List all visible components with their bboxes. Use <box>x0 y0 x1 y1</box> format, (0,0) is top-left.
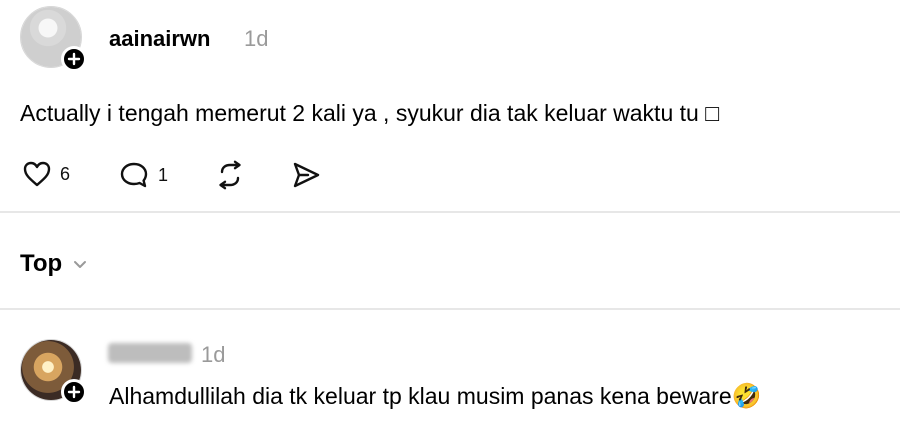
post-time: 1d <box>244 26 269 51</box>
reply-count: 1 <box>158 164 169 185</box>
reply-text-row: Alhamdullilah dia tk keluar tp klau musi… <box>109 381 762 411</box>
share-button[interactable] <box>290 160 322 195</box>
repost-icon <box>219 160 241 190</box>
emoji: 🤣 <box>731 382 762 410</box>
post-text: Actually i tengah memerut 2 kali ya , sy… <box>20 100 720 126</box>
divider <box>0 211 900 213</box>
sort-label: Top <box>20 250 63 277</box>
reply-username-redacted <box>108 343 192 363</box>
like-count: 6 <box>60 163 71 184</box>
heart-icon <box>23 161 51 187</box>
divider <box>0 308 900 310</box>
follow-badge[interactable] <box>61 379 87 405</box>
like-button[interactable]: 6 <box>22 160 70 188</box>
share-icon <box>293 162 320 188</box>
repost-button[interactable] <box>214 160 246 195</box>
reply-time: 1d <box>201 342 226 367</box>
post-username[interactable]: aainairwn <box>109 26 210 52</box>
reply-button[interactable]: 1 <box>118 160 168 190</box>
chevron-down-icon <box>74 261 87 268</box>
sort-dropdown[interactable]: Top <box>20 250 88 278</box>
comment-icon <box>120 162 148 188</box>
reply-text: Alhamdullilah dia tk keluar tp klau musi… <box>109 383 732 409</box>
plus-icon <box>67 385 81 399</box>
plus-icon <box>67 52 81 66</box>
follow-badge[interactable] <box>61 46 87 72</box>
